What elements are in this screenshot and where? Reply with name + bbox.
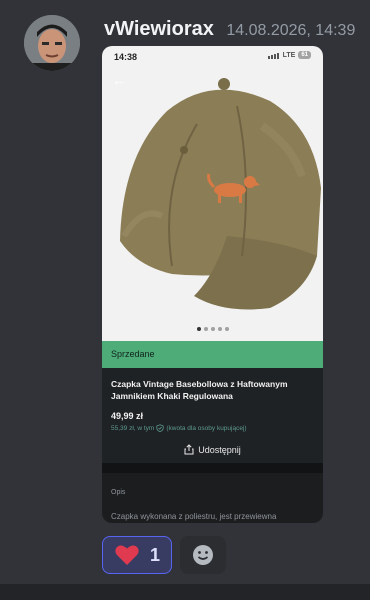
- phone-status-bar: 14:38 LTE 61: [102, 46, 323, 66]
- sold-banner: Sprzedane: [102, 341, 323, 368]
- shield-icon[interactable]: [156, 424, 164, 432]
- back-arrow-icon[interactable]: ←: [112, 72, 126, 88]
- share-icon: [184, 444, 194, 455]
- buyer-price-value: 55,39 zł, w tym: [111, 424, 155, 432]
- pager-dot[interactable]: [210, 327, 215, 331]
- avatar[interactable]: [24, 15, 80, 71]
- screenshot-attachment[interactable]: 14:38 LTE 61 ← Sprzedane Czapka Vintage …: [102, 46, 323, 523]
- listing-title: Czapka Vintage Basebollowa z Haftowanym …: [111, 379, 288, 401]
- share-label: Udostępnij: [198, 444, 241, 455]
- smile-icon: [192, 544, 214, 566]
- listing-price: 49,99 zł: [111, 411, 144, 421]
- cap-image: [102, 66, 323, 326]
- add-reaction-button[interactable]: [180, 536, 226, 574]
- photo-pager: [102, 327, 323, 331]
- network-label: LTE: [282, 51, 296, 59]
- chat-message: vWiewiorax 14.08.2026, 14:39 14:38 LTE 6…: [0, 0, 370, 600]
- signal-icon: [267, 52, 280, 59]
- battery-icon: 61: [298, 51, 311, 59]
- heart-reaction-button[interactable]: 1: [102, 536, 172, 574]
- description-text: Czapka wykonana z poliestru, jest przewi…: [111, 512, 277, 521]
- pager-dot[interactable]: [203, 327, 208, 331]
- listing-details: Czapka Vintage Basebollowa z Haftowanym …: [102, 368, 323, 463]
- buyer-price: 55,39 zł, w tym (kwota dla osoby kupując…: [111, 424, 247, 432]
- pager-dot[interactable]: [224, 327, 229, 331]
- message-header: vWiewiorax 14.08.2026, 14:39: [104, 18, 355, 41]
- heart-icon: [114, 543, 140, 567]
- buyer-price-note: (kwota dla osoby kupującej): [166, 424, 247, 432]
- reaction-count: 1: [149, 544, 160, 565]
- timestamp: 14.08.2026, 14:39: [226, 22, 356, 39]
- bottom-bar: [0, 584, 370, 600]
- username[interactable]: vWiewiorax: [104, 18, 214, 40]
- pager-dot[interactable]: [217, 327, 222, 331]
- phone-time: 14:38: [114, 52, 138, 62]
- pager-dot-active[interactable]: [196, 327, 201, 331]
- product-photo: 14:38 LTE 61 ←: [102, 46, 323, 341]
- share-button[interactable]: Udostępnij: [102, 444, 323, 455]
- description-heading: Opis: [111, 489, 126, 496]
- section-divider: [102, 463, 323, 473]
